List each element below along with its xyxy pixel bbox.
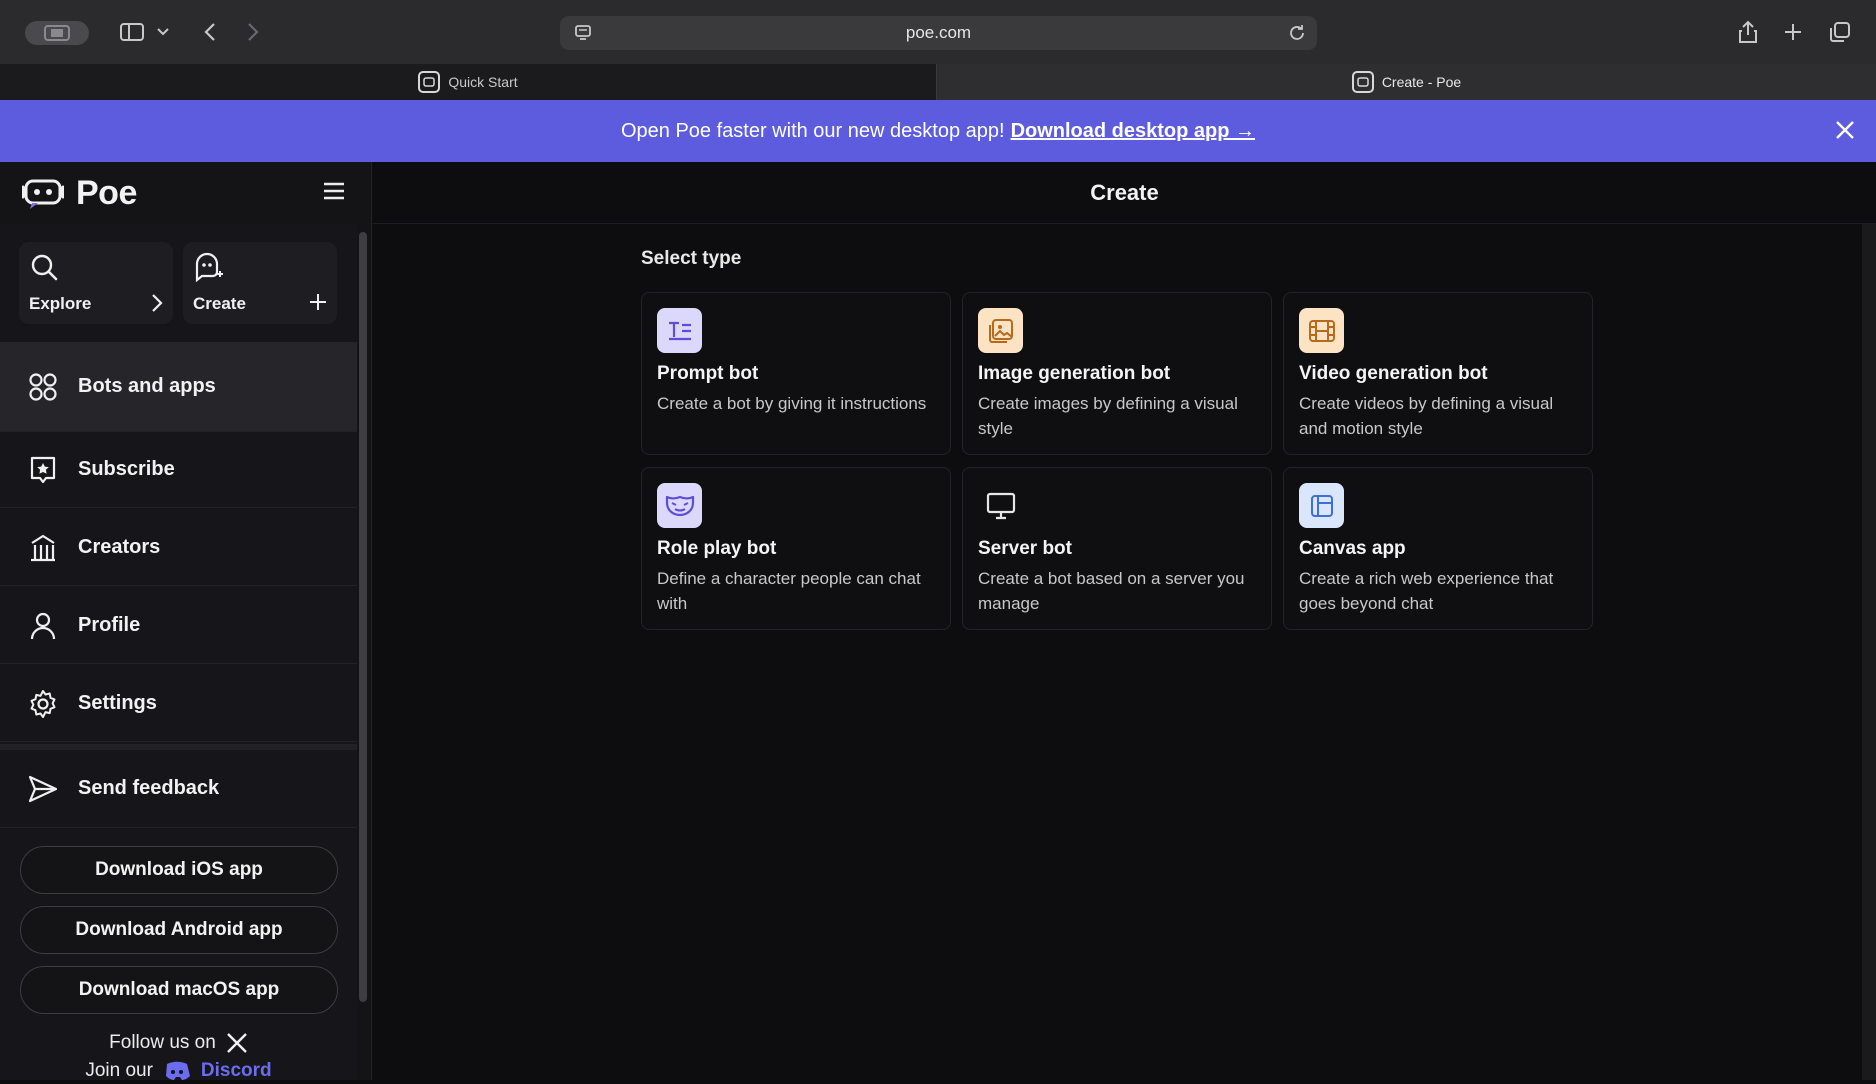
poe-favicon-icon (1351, 71, 1374, 93)
poe-favicon-icon (418, 71, 441, 93)
sidebar-item-label: Settings (78, 692, 157, 714)
chevron-down-icon[interactable] (153, 18, 173, 46)
logo-row: Poe (0, 162, 372, 224)
card-video-generation-bot[interactable]: Video generation bot Create videos by de… (1283, 292, 1593, 455)
card-role-play-bot[interactable]: Role play bot Define a character people … (641, 467, 951, 630)
card-image-generation-bot[interactable]: Image generation bot Create images by de… (962, 292, 1272, 455)
banner-text: Open Poe faster with our new desktop app… (620, 119, 1005, 142)
create-tile[interactable]: Create (183, 242, 337, 324)
poe-logo-icon[interactable] (22, 175, 64, 211)
film-icon (1299, 308, 1344, 353)
follow-us-row: Follow us on (0, 1026, 357, 1060)
address-bar[interactable]: poe.com (560, 16, 1317, 50)
sidebar-toggle-icon[interactable] (117, 18, 147, 46)
chevron-right-icon (151, 293, 163, 313)
card-description: Create a rich web experience that goes b… (1299, 569, 1554, 613)
sidebar-item-profile[interactable]: Profile (0, 588, 357, 664)
sidebar-item-send-feedback[interactable]: Send feedback (0, 750, 357, 828)
gear-icon (28, 689, 58, 719)
sidebar-item-label: Creators (78, 536, 161, 558)
join-text: Join our (85, 1060, 153, 1081)
poe-logo-text[interactable]: Poe (76, 174, 137, 213)
card-title: Server bot (978, 538, 1072, 559)
tab-overview-icon[interactable] (1825, 18, 1855, 46)
site-settings-icon[interactable] (574, 24, 592, 42)
hamburger-menu-icon[interactable] (322, 180, 346, 202)
main-panel: Create Select type Prompt bot Create a b… (373, 162, 1876, 1080)
card-title: Prompt bot (657, 363, 759, 384)
user-icon (28, 611, 58, 641)
card-title: Image generation bot (978, 363, 1171, 384)
download-ios-button[interactable]: Download iOS app (20, 846, 338, 894)
sidebar-item-label: Profile (78, 614, 141, 636)
page-title: Create (1090, 179, 1159, 205)
card-title: Role play bot (657, 538, 777, 559)
card-title: Canvas app (1299, 538, 1406, 559)
forward-icon[interactable] (238, 18, 268, 46)
x-logo-icon[interactable] (226, 1032, 248, 1054)
tab-quick-start[interactable]: Quick Start (0, 64, 937, 100)
browser-toolbar: poe.com (0, 0, 1876, 64)
sidebar-scrollbar[interactable] (359, 232, 367, 1002)
card-description: Define a character people can chat with (657, 569, 921, 613)
tab-bar: Quick Start Create - Poe (0, 64, 1876, 100)
search-icon (29, 252, 59, 282)
card-description: Create a bot by giving it instructions (657, 394, 927, 413)
sidebar-item-settings[interactable]: Settings (0, 666, 357, 742)
creators-icon (28, 533, 58, 563)
sidebar-item-subscribe[interactable]: Subscribe (0, 432, 357, 508)
sidebar-item-creators[interactable]: Creators (0, 510, 357, 586)
reload-icon[interactable] (1287, 23, 1307, 43)
card-title: Video generation bot (1299, 363, 1488, 384)
download-macos-button[interactable]: Download macOS app (20, 966, 338, 1014)
mask-icon (657, 483, 702, 528)
main-scrollbar-track[interactable] (1862, 224, 1876, 1080)
sidebar-item-label: Subscribe (78, 458, 175, 480)
tab-label: Quick Start (448, 74, 518, 90)
sidebar-content: Explore Create Bots and apps Subscribe C… (0, 224, 357, 1081)
card-description: Create a bot based on a server you manag… (978, 569, 1245, 613)
monitor-icon (978, 483, 1023, 528)
tab-label: Create - Poe (1381, 74, 1462, 90)
desktop-app-banner: Open Poe faster with our new desktop app… (0, 100, 1876, 162)
card-description: Create images by defining a visual style (978, 394, 1238, 438)
image-icon (978, 308, 1023, 353)
sidebar-item-label: Send feedback (78, 777, 220, 799)
new-tab-icon[interactable] (1778, 18, 1808, 46)
discord-link[interactable]: Discord (201, 1060, 272, 1082)
star-badge-icon (28, 455, 58, 485)
url-text: poe.com (905, 23, 972, 42)
download-android-button[interactable]: Download Android app (20, 906, 338, 954)
explore-label: Explore (29, 294, 92, 313)
card-description: Create videos by defining a visual and m… (1299, 394, 1554, 438)
card-canvas-app[interactable]: Canvas app Create a rich web experience … (1283, 467, 1593, 630)
create-bot-icon (193, 252, 223, 282)
sidebar-item-bots-and-apps[interactable]: Bots and apps (0, 342, 357, 432)
plus-icon (309, 293, 327, 311)
discord-logo-icon[interactable] (163, 1060, 191, 1082)
share-icon[interactable] (1733, 18, 1763, 46)
download-desktop-link[interactable]: Download desktop app → (1011, 120, 1255, 143)
tab-create-poe[interactable]: Create - Poe (937, 64, 1876, 100)
canvas-icon (1299, 483, 1344, 528)
card-server-bot[interactable]: Server bot Create a bot based on a serve… (962, 467, 1272, 630)
prompt-icon (657, 308, 702, 353)
section-heading: Select type (641, 248, 742, 269)
card-prompt-bot[interactable]: Prompt bot Create a bot by giving it ins… (641, 292, 951, 455)
send-icon (28, 774, 58, 804)
window-controls[interactable] (25, 21, 89, 45)
create-label: Create (193, 294, 246, 313)
apps-grid-icon (28, 372, 58, 402)
follow-text: Follow us on (109, 1032, 216, 1053)
main-header: Create (373, 162, 1876, 224)
close-icon[interactable] (1834, 119, 1856, 141)
explore-tile[interactable]: Explore (19, 242, 173, 324)
join-discord-row: Join our Discord (0, 1060, 357, 1084)
sidebar-item-label: Bots and apps (78, 375, 216, 397)
sidebar: Poe Explore Create Bots and apps Subscri… (0, 162, 372, 1081)
back-icon[interactable] (195, 18, 225, 46)
